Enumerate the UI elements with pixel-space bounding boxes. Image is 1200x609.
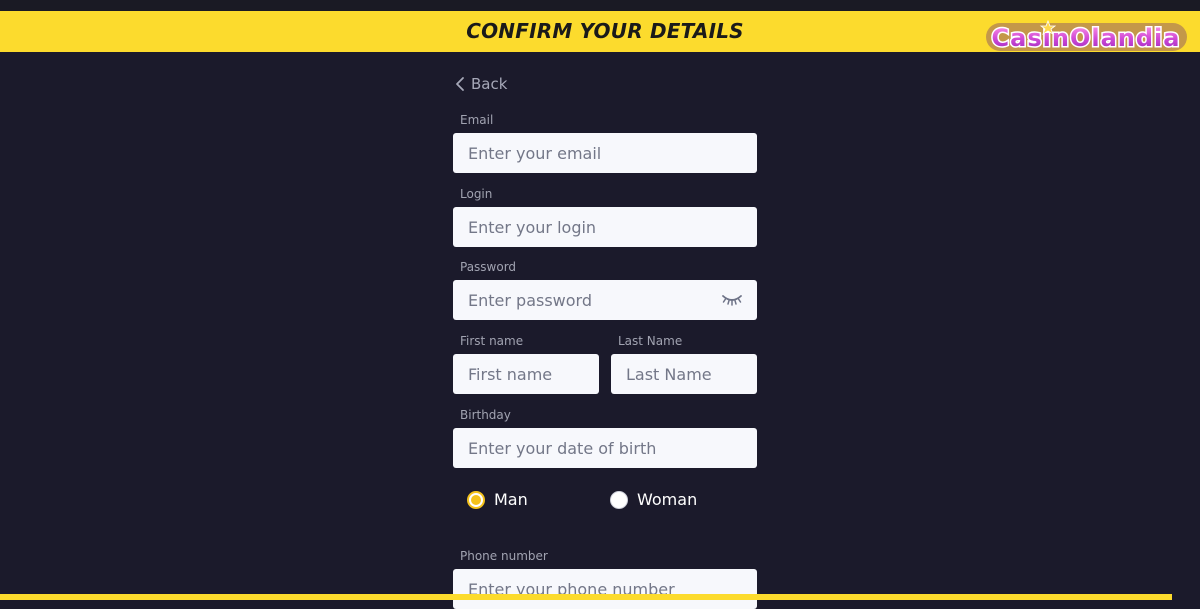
radio-unchecked-icon[interactable] [610, 490, 628, 509]
email-input[interactable] [468, 143, 757, 163]
password-field-box [453, 280, 757, 320]
birthday-label: Birthday [460, 408, 511, 422]
gender-woman-label: Woman [637, 490, 698, 509]
top-strip [0, 0, 1200, 11]
back-label: Back [471, 75, 508, 93]
login-label: Login [460, 187, 493, 201]
first-name-field-box [453, 354, 599, 394]
page-header: CONFIRM YOUR DETAILS CasinOlandia [0, 11, 1200, 55]
phone-field-box [453, 569, 757, 609]
scrollbar[interactable] [1194, 52, 1200, 600]
last-name-label: Last Name [618, 334, 683, 348]
bottom-bar [0, 594, 1172, 600]
eye-closed-icon[interactable] [721, 293, 743, 307]
last-name-field-box [611, 354, 757, 394]
back-button[interactable]: Back [453, 74, 507, 94]
radio-checked-icon[interactable] [467, 490, 485, 509]
first-name-label: First name [460, 334, 524, 348]
birthday-field-box [453, 428, 757, 468]
password-input[interactable] [468, 290, 718, 310]
chevron-left-icon [456, 77, 464, 91]
logo-text: CasinOlandia [992, 24, 1181, 52]
last-name-input[interactable] [626, 364, 757, 384]
gender-option-woman[interactable]: Woman [610, 490, 697, 509]
password-label: Password [460, 260, 517, 274]
phone-label: Phone number [460, 549, 548, 563]
gender-man-label: Man [494, 490, 528, 509]
email-field-box [453, 133, 757, 173]
email-label: Email [460, 113, 494, 127]
login-input[interactable] [468, 217, 757, 237]
gender-option-man[interactable]: Man [467, 490, 528, 509]
first-name-input[interactable] [468, 364, 599, 384]
casinolandia-logo[interactable]: CasinOlandia [984, 19, 1189, 55]
login-field-box [453, 207, 757, 247]
birthday-input[interactable] [468, 438, 757, 458]
